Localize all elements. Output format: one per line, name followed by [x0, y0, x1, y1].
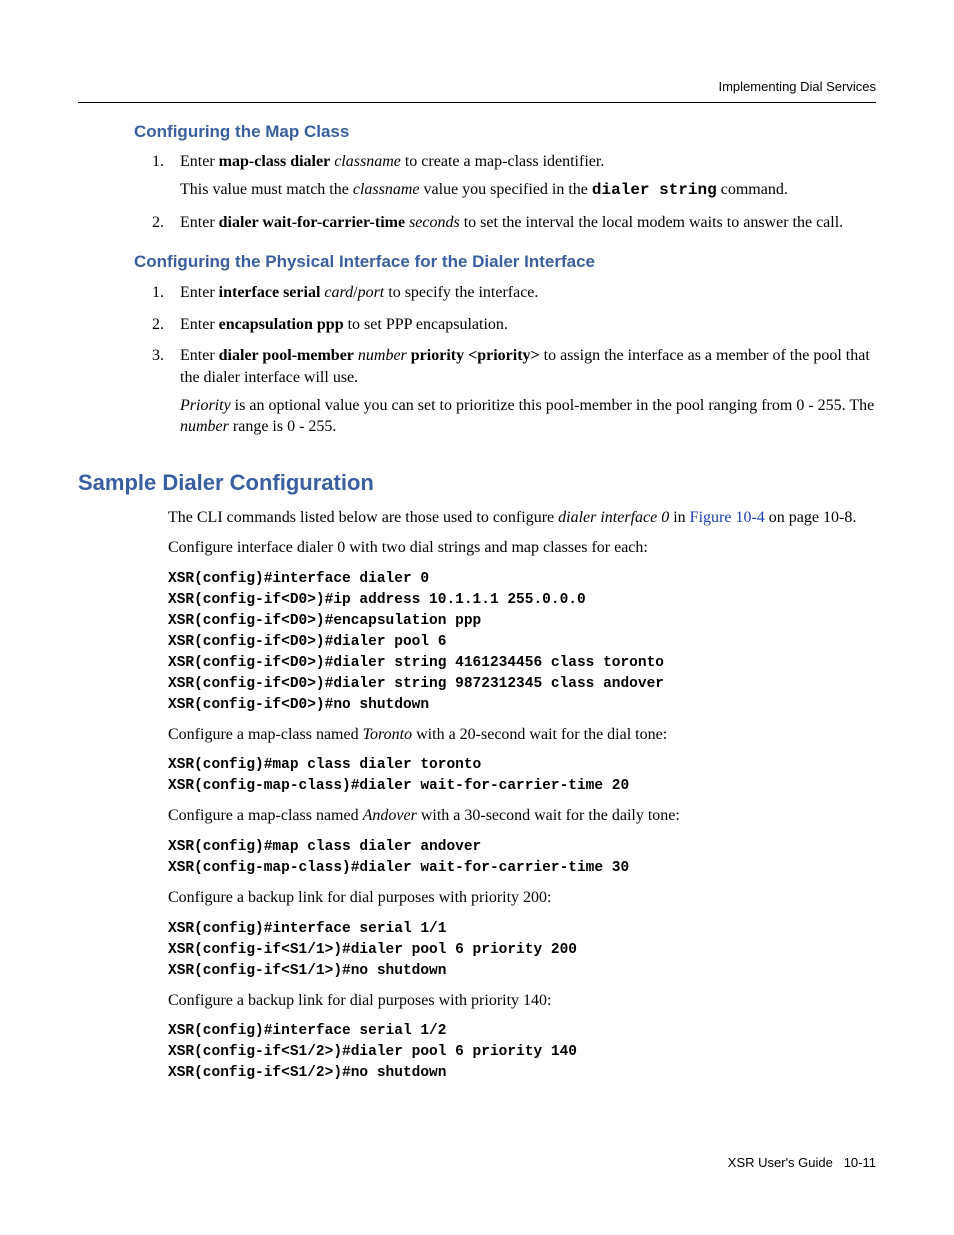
- text: Enter: [180, 316, 219, 333]
- step-1: Enter map-class dialer classname to crea…: [168, 151, 876, 201]
- cli-block-4: XSR(config)#interface serial 1/1 XSR(con…: [168, 919, 876, 982]
- p-toronto: Configure a map-class named Toronto with…: [168, 724, 876, 746]
- text: Enter: [180, 153, 219, 170]
- sample-intro: The CLI commands listed below are those …: [168, 507, 876, 529]
- arg: Priority: [180, 397, 231, 414]
- cmd: dialer pool-member: [219, 347, 354, 364]
- text: on page 10-8.: [765, 509, 857, 526]
- text: is an optional value you can set to prio…: [231, 397, 875, 414]
- cli-block-2: XSR(config)#map class dialer toronto XSR…: [168, 755, 876, 797]
- map-class-steps: Enter map-class dialer classname to crea…: [168, 151, 876, 233]
- step-1: Enter interface serial card/port to spec…: [168, 282, 876, 304]
- text: Enter: [180, 214, 219, 231]
- cli-block-3: XSR(config)#map class dialer andover XSR…: [168, 837, 876, 879]
- arg: card: [324, 284, 353, 301]
- arg: classname: [353, 181, 420, 198]
- cli-block-5: XSR(config)#interface serial 1/2 XSR(con…: [168, 1021, 876, 1084]
- text: This value must match the: [180, 181, 353, 198]
- page-footer: XSR User's Guide 10-11: [78, 1154, 876, 1172]
- arg: classname: [334, 153, 401, 170]
- footer-guide: XSR User's Guide: [728, 1155, 833, 1170]
- text: to create a map-class identifier.: [401, 153, 604, 170]
- arg: port: [358, 284, 385, 301]
- p-backup-140: Configure a backup link for dial purpose…: [168, 990, 876, 1012]
- page: Implementing Dial Services Configuring t…: [0, 0, 954, 1232]
- text: with a 20-second wait for the dial tone:: [412, 726, 667, 743]
- em: dialer interface 0: [558, 509, 669, 526]
- text: to set the interval the local modem wait…: [460, 214, 843, 231]
- text: with a 30-second wait for the daily tone…: [417, 807, 680, 824]
- step-2: Enter dialer wait-for-carrier-time secon…: [168, 212, 876, 234]
- text: to set PPP encapsulation.: [344, 316, 508, 333]
- p-andover: Configure a map-class named Andover with…: [168, 805, 876, 827]
- footer-page: 10-11: [844, 1155, 876, 1170]
- heading-map-class: Configuring the Map Class: [134, 121, 876, 144]
- cmd: interface serial: [219, 284, 321, 301]
- step-3-sub: Priority is an optional value you can se…: [180, 395, 876, 438]
- text: command.: [717, 181, 788, 198]
- heading-sample-dialer: Sample Dialer Configuration: [78, 468, 876, 498]
- text: in: [669, 509, 689, 526]
- em: Andover: [363, 807, 417, 824]
- physical-steps: Enter interface serial card/port to spec…: [168, 282, 876, 438]
- arg: number: [358, 347, 407, 364]
- figure-xref-link[interactable]: Figure 10-4: [690, 509, 765, 526]
- text: Enter: [180, 284, 219, 301]
- header-rule: [78, 102, 876, 103]
- step-2: Enter encapsulation ppp to set PPP encap…: [168, 314, 876, 336]
- arg: seconds: [409, 214, 460, 231]
- text: range is 0 - 255.: [229, 418, 337, 435]
- text: Configure a map-class named: [168, 807, 363, 824]
- text: Configure a map-class named: [168, 726, 363, 743]
- heading-physical-interface: Configuring the Physical Interface for t…: [134, 251, 876, 274]
- cmd: encapsulation ppp: [219, 316, 344, 333]
- cmd: map-class dialer: [219, 153, 331, 170]
- p-backup-200: Configure a backup link for dial purpose…: [168, 887, 876, 909]
- cmd: dialer wait-for-carrier-time: [219, 214, 405, 231]
- step-1-sub: This value must match the classname valu…: [180, 179, 876, 202]
- text: Enter: [180, 347, 219, 364]
- cmd: dialer string: [592, 181, 717, 199]
- em: Toronto: [363, 726, 413, 743]
- arg: number: [180, 418, 229, 435]
- text: The CLI commands listed below are those …: [168, 509, 558, 526]
- cli-block-1: XSR(config)#interface dialer 0 XSR(confi…: [168, 569, 876, 716]
- text: value you specified in the: [420, 181, 592, 198]
- sample-p2: Configure interface dialer 0 with two di…: [168, 537, 876, 559]
- step-3: Enter dialer pool-member number priority…: [168, 345, 876, 437]
- running-head: Implementing Dial Services: [78, 78, 876, 96]
- cmd: priority <priority>: [411, 347, 540, 364]
- text: to specify the interface.: [384, 284, 538, 301]
